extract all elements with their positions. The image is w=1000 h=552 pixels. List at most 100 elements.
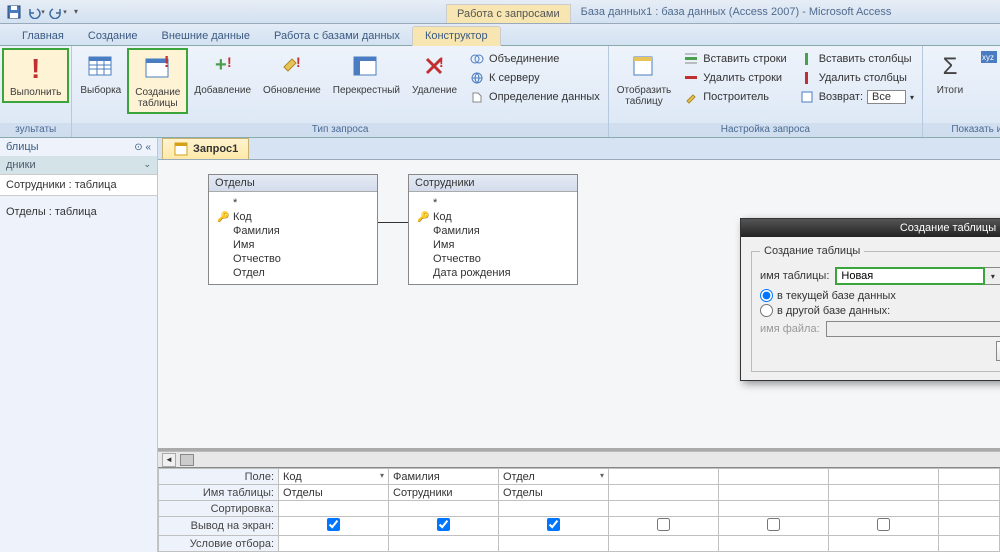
show-checkbox[interactable] (437, 518, 450, 531)
dialog-fieldset: Создание таблицы имя таблицы: ▾ в текуще… (751, 245, 1000, 372)
field-star[interactable]: * (211, 196, 375, 210)
tablename-input[interactable] (835, 267, 985, 285)
design-surface[interactable]: Отделы * 🔑Код Фамилия Имя Отчество Отдел… (158, 160, 1000, 451)
undo-icon[interactable]: ▾ (26, 3, 46, 21)
run-button[interactable]: ! Выполнить (2, 48, 69, 103)
datadef-icon (469, 89, 485, 105)
append-button[interactable]: +! Добавление (188, 48, 257, 114)
field-otchestvo[interactable]: Отчество (411, 252, 575, 266)
redo-icon[interactable]: ▾ (48, 3, 68, 21)
run-icon: ! (20, 53, 52, 85)
delete-cols-icon (799, 70, 815, 86)
ribbon: ! Выполнить зультаты Выборка ! Создание … (0, 46, 1000, 138)
builder-icon (683, 89, 699, 105)
window-title: База данных1 : база данных (Access 2007)… (571, 6, 902, 18)
radio-current-db[interactable]: в текущей базе данных (760, 289, 1000, 302)
delete-icon: ! (419, 51, 451, 83)
field-star[interactable]: * (411, 196, 575, 210)
tab-create[interactable]: Создание (76, 27, 150, 45)
svg-text:xyz: xyz (982, 53, 994, 62)
qbe-grid[interactable]: Поле: Код▾ Фамилия Отдел▾ Имя таблицы: О… (158, 467, 1000, 552)
showtable-icon (628, 51, 660, 83)
show-checkbox[interactable] (767, 518, 780, 531)
totals-button[interactable]: Σ Итоги (925, 48, 975, 99)
crosstab-icon (350, 51, 382, 83)
field-otdel[interactable]: Отдел (211, 266, 375, 280)
field-otchestvo[interactable]: Отчество (211, 252, 375, 266)
query-icon (173, 141, 189, 157)
select-query-button[interactable]: Выборка (74, 48, 127, 114)
nav-group[interactable]: дники ⌄ (0, 156, 157, 174)
scroll-left-icon[interactable]: ◄ (162, 453, 176, 467)
save-icon[interactable] (4, 3, 24, 21)
make-table-button[interactable]: ! Создание таблицы (127, 48, 188, 114)
tab-design[interactable]: Конструктор (412, 26, 501, 46)
union-icon (469, 51, 485, 67)
field-dob[interactable]: Дата рождения (411, 266, 575, 280)
doc-tab-query1[interactable]: Запрос1 (162, 138, 249, 159)
delete-button[interactable]: ! Удаление (406, 48, 463, 114)
table-box-employees[interactable]: Сотрудники * 🔑Код Фамилия Имя Отчество Д… (408, 174, 578, 285)
ribbon-group-show: Σ Итоги xyzИме Показать и (923, 46, 1000, 137)
document-tabs: Запрос1 (158, 138, 1000, 160)
ribbon-group-results: ! Выполнить зультаты (0, 46, 72, 137)
svg-text:!: ! (296, 54, 301, 70)
show-checkbox[interactable] (547, 518, 560, 531)
dialog-titlebar[interactable]: Создание таблицы ? ✕ (741, 219, 1000, 237)
make-table-dialog: Создание таблицы ? ✕ Создание таблицы им… (740, 218, 1000, 381)
nav-item-departments[interactable]: Отделы : таблица (0, 202, 157, 222)
nav-header[interactable]: блицы⊙ « (0, 138, 157, 156)
horizontal-scrollbar[interactable]: ◄ (158, 451, 1000, 467)
table-box-departments[interactable]: Отделы * 🔑Код Фамилия Имя Отчество Отдел (208, 174, 378, 285)
crosstab-button[interactable]: Перекрестный (327, 48, 406, 114)
property-names-button[interactable]: xyzИме (979, 50, 1000, 68)
append-icon: +! (207, 51, 239, 83)
radio-other-db[interactable]: в другой базе данных: (760, 304, 1000, 317)
svg-text:+: + (215, 54, 227, 76)
nav-pane: блицы⊙ « дники ⌄ Сотрудники : таблица От… (0, 138, 158, 552)
join-line[interactable] (378, 222, 408, 223)
label-tablename: имя таблицы: (760, 270, 829, 282)
return-icon (799, 89, 815, 105)
field-familiya[interactable]: Фамилия (411, 224, 575, 238)
filename-input (826, 321, 1000, 337)
show-checkbox[interactable] (327, 518, 340, 531)
datadef-button[interactable]: Определение данных (467, 88, 602, 106)
ribbon-group-setup: Отобразить таблицу Вставить строки Удали… (609, 46, 923, 137)
field-imya[interactable]: Имя (211, 238, 375, 252)
field-kod[interactable]: 🔑Код (211, 210, 375, 224)
update-button[interactable]: ! Обновление (257, 48, 327, 114)
insert-cols-button[interactable]: Вставить столбцы (797, 50, 916, 68)
field-kod[interactable]: 🔑Код (411, 210, 575, 224)
field-imya[interactable]: Имя (411, 238, 575, 252)
ribbon-tabs: Главная Создание Внешние данные Работа с… (0, 24, 1000, 46)
maketable-icon: ! (142, 53, 174, 85)
delete-rows-button[interactable]: Удалить строки (681, 69, 788, 87)
show-checkbox[interactable] (877, 518, 890, 531)
main-area: блицы⊙ « дники ⌄ Сотрудники : таблица От… (0, 138, 1000, 552)
insert-cols-icon (799, 51, 815, 67)
tab-db[interactable]: Работа с базами данных (262, 27, 412, 45)
xyz-icon: xyz (981, 51, 997, 67)
sigma-icon: Σ (934, 51, 966, 83)
svg-text:!: ! (439, 54, 444, 70)
return-combo[interactable]: Возврат: Все▾ (797, 88, 916, 106)
show-table-button[interactable]: Отобразить таблицу (611, 48, 678, 110)
tab-external[interactable]: Внешние данные (150, 27, 262, 45)
qat-customize-icon[interactable]: ▾ (70, 3, 82, 21)
context-tab: Работа с запросами (446, 4, 571, 23)
ribbon-group-querytype: Выборка ! Создание таблицы +! Добавление… (72, 46, 608, 137)
key-icon: 🔑 (417, 212, 429, 223)
passthrough-button[interactable]: К серверу (467, 69, 602, 87)
union-button[interactable]: Объединение (467, 50, 602, 68)
nav-item-employees[interactable]: Сотрудники : таблица (0, 174, 157, 196)
tab-home[interactable]: Главная (10, 27, 76, 45)
browse-button: Обзор... (996, 341, 1000, 361)
combo-dropdown-icon[interactable]: ▾ (985, 267, 1000, 285)
builder-button[interactable]: Построитель (681, 88, 788, 106)
insert-rows-button[interactable]: Вставить строки (681, 50, 788, 68)
field-familiya[interactable]: Фамилия (211, 224, 375, 238)
delete-cols-button[interactable]: Удалить столбцы (797, 69, 916, 87)
svg-text:!: ! (227, 54, 232, 70)
show-checkbox[interactable] (657, 518, 670, 531)
